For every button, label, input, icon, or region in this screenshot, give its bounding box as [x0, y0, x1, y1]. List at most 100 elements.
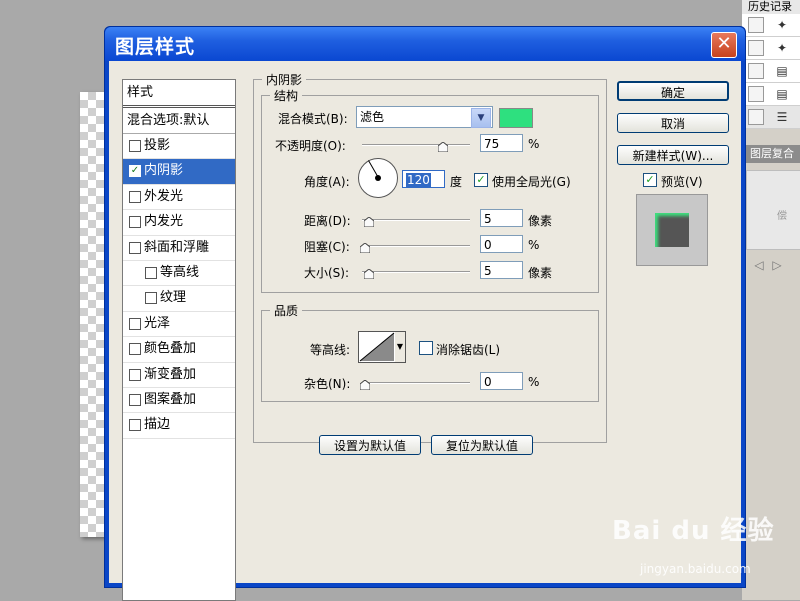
inner-shadow-title: 内阴影: [262, 71, 307, 88]
style-item[interactable]: ✓ 内阴影: [123, 159, 235, 185]
style-checkbox[interactable]: [129, 368, 141, 381]
history-row[interactable]: ✦: [742, 14, 800, 37]
angle-value: 120: [406, 173, 431, 187]
angle-dial[interactable]: [358, 158, 398, 198]
document-icon: ▤: [776, 87, 788, 101]
style-checkbox[interactable]: [145, 266, 157, 279]
watermark-url: jingyan.baidu.com: [640, 562, 751, 576]
style-checkbox[interactable]: [129, 343, 141, 356]
style-checkbox[interactable]: [145, 292, 157, 305]
history-row[interactable]: ✦: [742, 37, 800, 60]
angle-input[interactable]: 120: [402, 170, 445, 188]
close-button[interactable]: ✕: [711, 32, 737, 58]
size-input[interactable]: 5: [480, 261, 523, 279]
contour-label: 等高线:: [310, 343, 351, 357]
style-checkbox[interactable]: [129, 190, 141, 203]
style-item[interactable]: 等高线: [123, 261, 235, 287]
opacity-label: 不透明度(O):: [275, 139, 346, 153]
reset-default-button[interactable]: 复位为默认值: [431, 435, 533, 455]
style-item-label: 投影: [144, 138, 171, 153]
structure-group: 结构 混合模式(B): 滤色 ▼ 不透明度(O): 75 % 角度(A): 12…: [261, 87, 599, 293]
visibility-box[interactable]: [748, 109, 764, 125]
style-item[interactable]: 斜面和浮雕: [123, 236, 235, 261]
preview-checkbox[interactable]: ✓: [643, 173, 657, 187]
choke-label: 阻塞(C):: [304, 240, 350, 254]
style-item-label: 纹理: [160, 290, 187, 306]
style-item[interactable]: 光泽: [123, 312, 235, 338]
opacity-slider[interactable]: [362, 144, 470, 146]
style-checkbox[interactable]: [129, 216, 141, 229]
noise-slider-handle[interactable]: [359, 379, 371, 391]
close-icon: ✕: [716, 33, 732, 54]
visibility-box[interactable]: [748, 86, 764, 102]
style-item[interactable]: 图案叠加: [123, 388, 235, 414]
style-item-label: 渐变叠加: [144, 366, 197, 382]
inner-shadow-group: 内阴影 结构 混合模式(B): 滤色 ▼ 不透明度(O): 75 % 角度(A)…: [253, 71, 607, 443]
layer-comp-thumb: 偿: [777, 211, 787, 222]
size-label: 大小(S):: [304, 266, 350, 280]
distance-slider-handle[interactable]: [363, 216, 375, 228]
style-item-label: 斜面和浮雕: [144, 239, 210, 255]
contour-picker[interactable]: [358, 331, 396, 363]
style-item[interactable]: 纹理: [123, 286, 235, 312]
style-item[interactable]: 渐变叠加: [123, 363, 235, 388]
preview-label: 预览(V): [661, 175, 703, 189]
blend-mode-value: 滤色: [360, 110, 385, 124]
history-row[interactable]: ▤: [742, 83, 800, 106]
contour-dropdown[interactable]: ▼: [395, 331, 406, 363]
blend-mode-select[interactable]: 滤色 ▼: [356, 106, 493, 128]
arrow-right-icon[interactable]: ▷: [770, 258, 784, 272]
checkmark-icon: ✓: [476, 173, 486, 186]
history-row[interactable]: ▤: [742, 60, 800, 83]
distance-input[interactable]: 5: [480, 209, 523, 227]
style-item[interactable]: 描边: [123, 413, 235, 439]
style-checkbox[interactable]: [129, 317, 141, 330]
choke-input[interactable]: 0: [480, 235, 523, 253]
style-item[interactable]: 颜色叠加: [123, 337, 235, 363]
history-row[interactable]: ☰: [742, 106, 800, 129]
blend-options-item[interactable]: 混合选项:默认: [123, 108, 235, 134]
ok-button[interactable]: 确定: [617, 81, 729, 101]
style-checkbox[interactable]: [129, 140, 141, 152]
layer-comp-panel: 偿: [746, 170, 800, 250]
style-item[interactable]: 内发光: [123, 210, 235, 236]
choke-slider[interactable]: [362, 245, 470, 247]
noise-slider[interactable]: [362, 382, 470, 384]
make-default-button[interactable]: 设置为默认值: [319, 435, 421, 455]
shadow-color-swatch[interactable]: [499, 108, 533, 128]
style-list-header[interactable]: 样式: [123, 80, 235, 108]
style-item-label: 描边: [144, 417, 171, 433]
arrow-left-icon[interactable]: ◁: [752, 258, 766, 272]
distance-slider[interactable]: [362, 219, 470, 221]
checkmark-icon: ✓: [645, 173, 655, 186]
noise-input[interactable]: 0: [480, 372, 523, 390]
style-item[interactable]: 外发光: [123, 185, 235, 211]
chevron-down-icon[interactable]: ▼: [471, 108, 491, 128]
size-slider-handle[interactable]: [363, 268, 375, 280]
choke-slider-handle[interactable]: [359, 242, 371, 254]
anti-alias-checkbox[interactable]: [419, 341, 433, 355]
opacity-input[interactable]: 75: [480, 134, 523, 152]
dialog-client: 样式 混合选项:默认 投影 ✓ 内阴影 外发光 内发光 斜面和浮雕 等高线 纹理 光泽 颜色叠加渐…: [109, 61, 741, 601]
style-checkbox[interactable]: [129, 241, 141, 254]
distance-unit: 像素: [528, 214, 553, 228]
style-item[interactable]: 投影: [123, 134, 235, 160]
watermark-brand: Bai du 经验: [612, 516, 775, 546]
brush-icon: ✦: [776, 18, 788, 32]
visibility-box[interactable]: [748, 40, 764, 56]
style-checkbox[interactable]: ✓: [129, 165, 141, 178]
style-checkbox[interactable]: [129, 419, 141, 432]
visibility-box[interactable]: [748, 63, 764, 79]
cancel-button[interactable]: 取消: [617, 113, 729, 133]
opacity-slider-handle[interactable]: [437, 141, 449, 153]
global-light-checkbox[interactable]: ✓: [474, 173, 488, 187]
dialog-titlebar[interactable]: 图层样式 ✕: [105, 27, 745, 61]
new-style-button[interactable]: 新建样式(W)...: [617, 145, 729, 165]
style-item-label: 内阴影: [144, 163, 184, 179]
preview-square: [655, 213, 689, 247]
visibility-box[interactable]: [748, 17, 764, 33]
anti-alias-label: 消除锯齿(L): [436, 343, 501, 357]
size-slider[interactable]: [362, 271, 470, 273]
style-checkbox[interactable]: [129, 393, 141, 406]
style-item-label: 外发光: [144, 188, 184, 204]
